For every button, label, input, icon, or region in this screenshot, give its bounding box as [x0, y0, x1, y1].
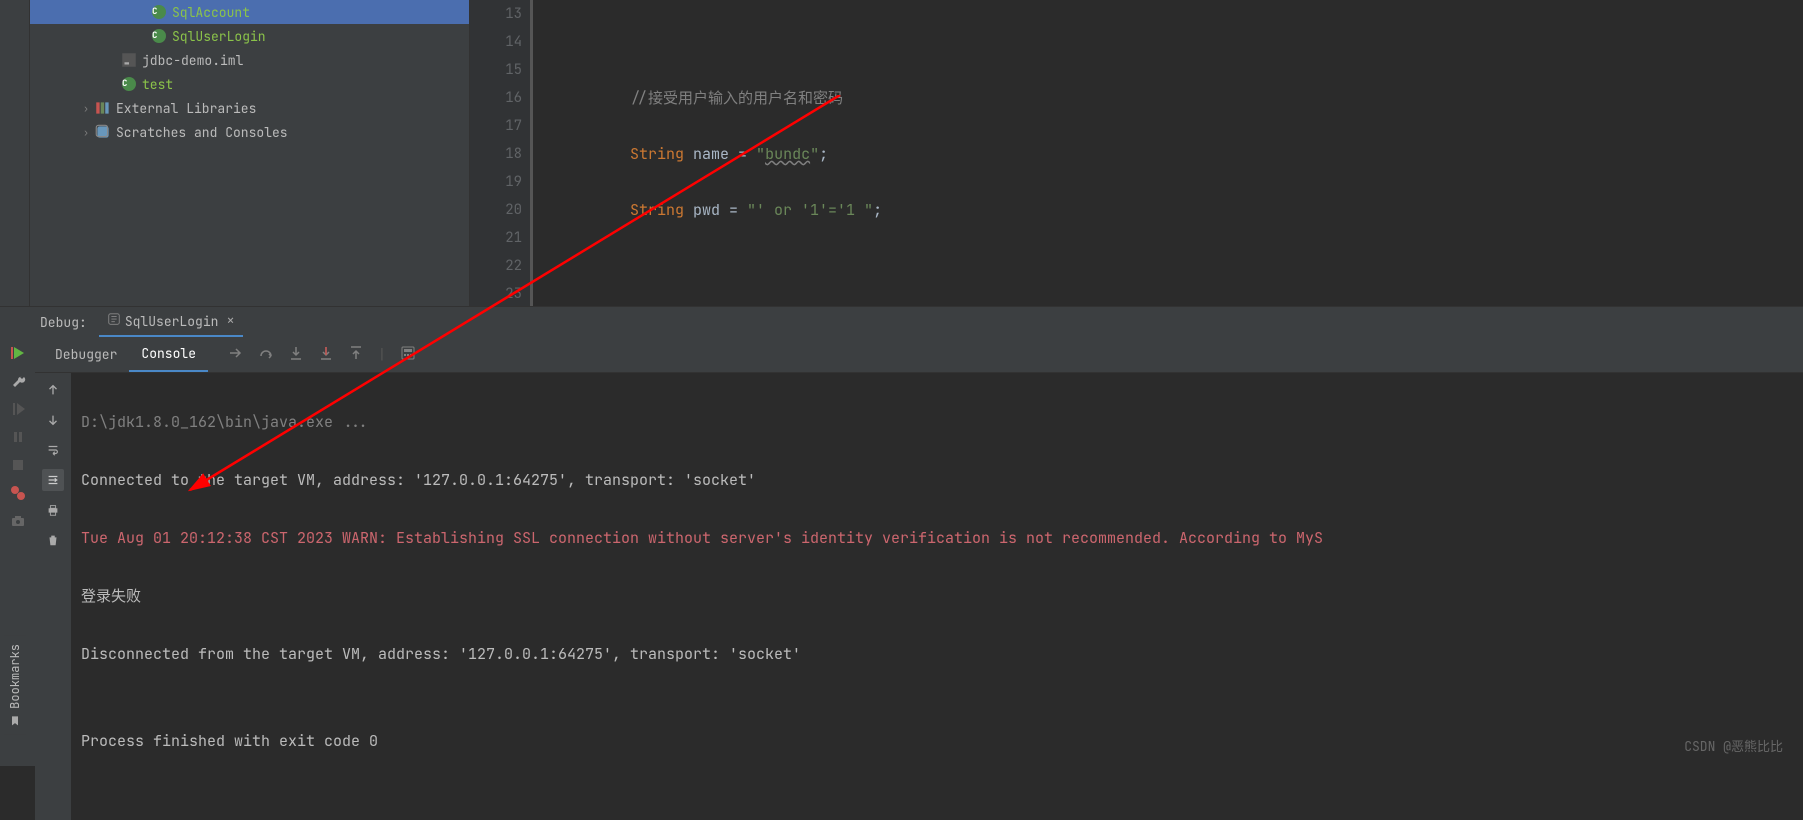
force-step-into-icon[interactable]: [318, 345, 334, 365]
debug-step-toolbar: |: [228, 345, 416, 365]
step-out-icon[interactable]: [348, 345, 364, 365]
class-icon: C: [150, 3, 168, 21]
console-line: D:\jdk1.8.0_162\bin\java.exe ...: [81, 408, 1793, 437]
breakpoint-view-button[interactable]: [8, 483, 28, 503]
console-line: Process finished with exit code 0: [81, 727, 1793, 756]
debug-header: Debug: SqlUserLogin ×: [0, 307, 1803, 337]
tree-label: SqlAccount: [172, 4, 250, 21]
debug-rerun-button[interactable]: [8, 343, 28, 363]
tree-item-scratches[interactable]: › Scratches and Consoles: [30, 120, 469, 144]
stop-button[interactable]: [8, 455, 28, 475]
console-line: 登录失败: [81, 582, 1793, 611]
debug-tabs: Debugger Console |: [35, 337, 1803, 373]
console-line: Tue Aug 01 20:12:38 CST 2023 WARN: Estab…: [81, 524, 1793, 553]
bookmarks-tab[interactable]: Bookmarks: [4, 636, 26, 735]
print-icon[interactable]: [42, 499, 64, 521]
tree-label: SqlUserLogin: [172, 28, 266, 45]
scroll-to-end-icon[interactable]: [42, 469, 64, 491]
pause-button[interactable]: [8, 427, 28, 447]
resume-button[interactable]: [8, 399, 28, 419]
debug-title: Debug:: [40, 314, 87, 331]
tree-item-sqluserlogin[interactable]: C SqlUserLogin: [30, 24, 469, 48]
tree-item-test[interactable]: C test: [30, 72, 469, 96]
tree-label: External Libraries: [116, 100, 256, 117]
file-icon: [120, 51, 138, 69]
camera-icon[interactable]: [8, 511, 28, 531]
run-tab-label: SqlUserLogin: [125, 313, 219, 330]
console-line: Connected to the target VM, address: '12…: [81, 466, 1793, 495]
class-icon: C: [150, 27, 168, 45]
code-area[interactable]: //接受用户输入的用户名和密码 String name = "bundc"; S…: [538, 0, 1803, 306]
tree-item-sqlaccount[interactable]: C SqlAccount: [30, 0, 469, 24]
scroll-up-icon[interactable]: [42, 379, 64, 401]
debugger-tab[interactable]: Debugger: [43, 338, 129, 371]
class-icon: C: [120, 75, 138, 93]
chevron-right-icon[interactable]: ›: [78, 100, 94, 116]
code-editor[interactable]: 13 14 15 16 17 18 19 20 21 22 23 24 //接受…: [470, 0, 1803, 306]
soft-wrap-icon[interactable]: [42, 439, 64, 461]
debug-run-tab[interactable]: SqlUserLogin ×: [99, 307, 243, 337]
library-icon: [94, 99, 112, 117]
line-gutter: 13 14 15 16 17 18 19 20 21 22 23 24: [470, 0, 530, 306]
evaluate-icon[interactable]: [400, 345, 416, 365]
console-output[interactable]: D:\jdk1.8.0_162\bin\java.exe ... Connect…: [71, 373, 1803, 820]
step-over-icon[interactable]: [258, 345, 274, 365]
gutter-border: [530, 0, 538, 306]
scroll-down-icon[interactable]: [42, 409, 64, 431]
tree-item-external-libs[interactable]: › External Libraries: [30, 96, 469, 120]
project-tree[interactable]: C SqlAccount C SqlUserLogin jdbc-demo.im…: [30, 0, 470, 306]
scratch-icon: [94, 123, 112, 141]
run-config-icon: [107, 312, 121, 330]
console: D:\jdk1.8.0_162\bin\java.exe ... Connect…: [35, 373, 1803, 820]
clear-icon[interactable]: [42, 529, 64, 551]
console-tab[interactable]: Console: [129, 337, 208, 372]
watermark: CSDN @恶熊比比: [1684, 736, 1783, 755]
console-line: Disconnected from the target VM, address…: [81, 640, 1793, 669]
close-icon[interactable]: ×: [226, 312, 234, 330]
wrench-icon[interactable]: [8, 371, 28, 391]
chevron-right-icon[interactable]: ›: [78, 124, 94, 140]
step-into-icon[interactable]: [288, 345, 304, 365]
debug-panel: Debug: SqlUserLogin ×: [0, 306, 1803, 766]
tree-label: Scratches and Consoles: [116, 124, 288, 141]
left-margin: [0, 0, 30, 306]
tree-label: test: [142, 76, 173, 93]
tree-item-iml[interactable]: jdbc-demo.iml: [30, 48, 469, 72]
console-gutter: [35, 373, 71, 820]
show-exec-point-icon[interactable]: [228, 345, 244, 365]
tree-label: jdbc-demo.iml: [142, 52, 243, 69]
